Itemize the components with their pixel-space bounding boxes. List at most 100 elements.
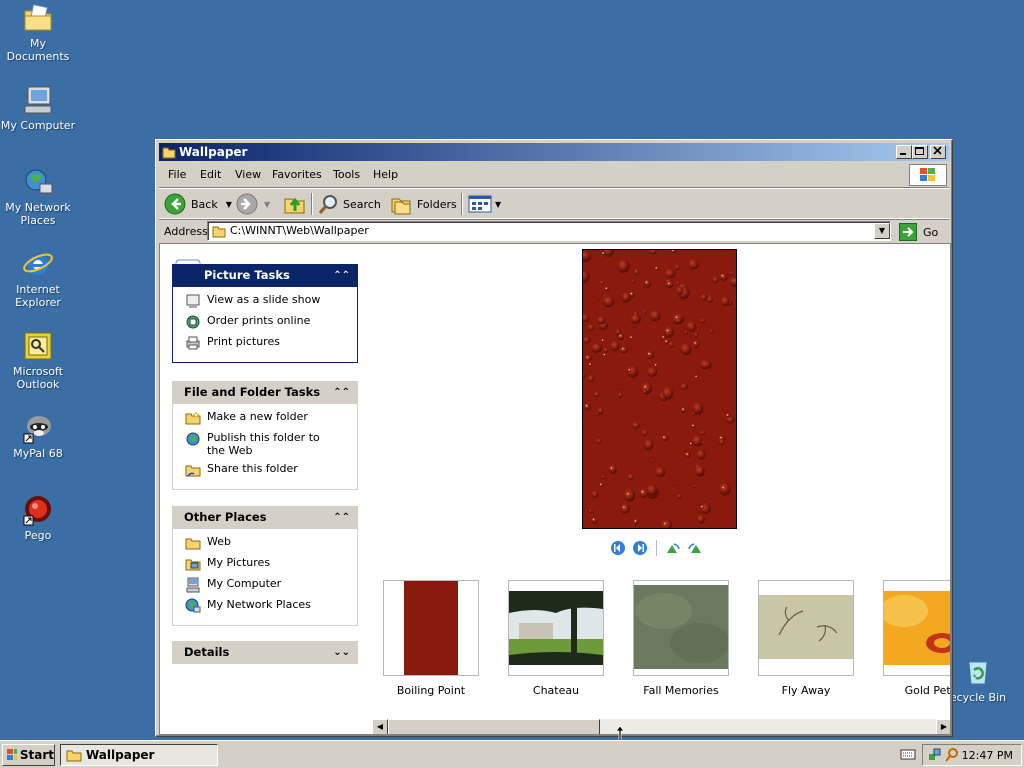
water-droplet bbox=[623, 489, 636, 502]
picture-tasks-body: View as a slide show Order prints online… bbox=[172, 287, 358, 363]
thumbnail-chateau[interactable] bbox=[508, 580, 604, 676]
droplet-highlight bbox=[686, 453, 688, 455]
folders-button[interactable]: Folders bbox=[390, 192, 457, 216]
water-droplet bbox=[661, 435, 669, 441]
minimize-button[interactable] bbox=[896, 145, 912, 159]
place-my-network-places[interactable]: My Network Places bbox=[185, 598, 357, 614]
details-panel: Details ⌄⌄ bbox=[172, 641, 358, 664]
search-tray-icon[interactable] bbox=[945, 748, 959, 762]
horizontal-scrollbar[interactable]: ◀ ▶ bbox=[372, 719, 950, 734]
previous-image-icon[interactable] bbox=[610, 540, 626, 556]
boiling-point-preview bbox=[577, 244, 740, 532]
thumbnail-label[interactable]: Boiling Point bbox=[383, 684, 479, 697]
menu-help[interactable]: Help bbox=[373, 168, 398, 181]
collapse-chevron-icon[interactable]: ⌃⌃ bbox=[333, 264, 350, 287]
expand-chevron-icon[interactable]: ⌄⌄ bbox=[333, 641, 350, 664]
water-droplet bbox=[666, 280, 674, 288]
droplet-highlight bbox=[641, 490, 644, 493]
clock[interactable]: 12:47 PM bbox=[962, 749, 1013, 762]
start-button[interactable]: Start bbox=[2, 744, 55, 766]
folders-label: Folders bbox=[417, 197, 457, 211]
search-button[interactable]: Search bbox=[317, 192, 381, 216]
up-folder-button[interactable] bbox=[283, 192, 307, 216]
window-titlebar[interactable]: Wallpaper bbox=[159, 143, 949, 161]
forward-button[interactable]: ▼ bbox=[236, 192, 270, 216]
taskbar-item-wallpaper[interactable]: Wallpaper bbox=[60, 744, 218, 766]
picture-preview bbox=[577, 244, 740, 532]
back-arrow-icon bbox=[164, 193, 186, 215]
scroll-right-button[interactable]: ▶ bbox=[936, 719, 950, 734]
other-places-panel: Other Places ⌃⌃ Web My Pictures My Compu… bbox=[172, 506, 358, 626]
go-button[interactable]: Go bbox=[899, 222, 938, 242]
desktop-icon-my-network-places[interactable]: My Network Places bbox=[0, 166, 76, 227]
menu-view[interactable]: View bbox=[235, 168, 261, 181]
thumbnail-fly-away[interactable] bbox=[758, 580, 854, 676]
thumbnail-label[interactable]: Fall Memories bbox=[633, 684, 729, 697]
network-tray-icon[interactable] bbox=[928, 748, 942, 762]
task-label: View as a slide show bbox=[207, 293, 321, 306]
other-places-header[interactable]: Other Places ⌃⌃ bbox=[172, 506, 358, 529]
thumbnail-boiling-point[interactable] bbox=[383, 580, 479, 676]
menu-edit[interactable]: Edit bbox=[200, 168, 221, 181]
water-droplet bbox=[603, 296, 615, 308]
details-header[interactable]: Details ⌄⌄ bbox=[172, 641, 358, 664]
place-my-pictures[interactable]: My Pictures bbox=[185, 556, 357, 572]
views-button[interactable]: ▼ bbox=[468, 192, 501, 216]
picture-tasks-header[interactable]: Picture Tasks ⌃⌃ bbox=[172, 264, 358, 287]
start-label: Start bbox=[19, 748, 54, 762]
keyboard-icon[interactable] bbox=[900, 747, 916, 761]
back-button[interactable]: Back ▼ bbox=[164, 192, 232, 216]
toolbar-separator bbox=[461, 193, 463, 215]
collapse-chevron-icon[interactable]: ⌃⌃ bbox=[333, 381, 350, 404]
desktop-icon-pego[interactable]: Pego bbox=[0, 494, 76, 542]
place-my-computer[interactable]: My Computer bbox=[185, 577, 357, 593]
collapse-chevron-icon[interactable]: ⌃⌃ bbox=[333, 506, 350, 529]
menu-file[interactable]: File bbox=[168, 168, 186, 181]
task-print-pictures[interactable]: Print pictures bbox=[185, 335, 357, 351]
scrollbar-thumb[interactable] bbox=[388, 719, 600, 734]
thumbnail-label[interactable]: Gold Peta bbox=[883, 684, 950, 697]
raccoon-icon bbox=[22, 412, 54, 444]
standard-toolbar: Back ▼ ▼ Search Folders ▼ bbox=[159, 187, 949, 219]
file-folder-tasks-header[interactable]: File and Folder Tasks ⌃⌃ bbox=[172, 381, 358, 404]
task-publish-folder[interactable]: Publish this folder to the Web bbox=[185, 431, 357, 457]
address-dropdown-button[interactable]: ▼ bbox=[874, 223, 890, 239]
water-droplet bbox=[621, 292, 631, 303]
forward-dropdown-icon[interactable]: ▼ bbox=[264, 200, 270, 209]
menu-favorites[interactable]: Favorites bbox=[272, 168, 322, 181]
water-droplet bbox=[610, 340, 620, 352]
water-droplet bbox=[702, 497, 706, 501]
desktop-icon-microsoft-outlook[interactable]: Microsoft Outlook bbox=[0, 330, 76, 391]
droplet-highlight bbox=[600, 483, 602, 486]
close-button[interactable] bbox=[930, 145, 946, 159]
thumbnail-label[interactable]: Fly Away bbox=[758, 684, 854, 697]
water-droplet bbox=[662, 387, 674, 400]
water-droplet bbox=[692, 402, 704, 415]
droplet-highlight bbox=[675, 316, 678, 318]
droplet-highlight bbox=[665, 340, 667, 342]
search-label: Search bbox=[343, 197, 381, 211]
rotate-counterclockwise-icon[interactable] bbox=[687, 540, 703, 556]
windows-flag-icon bbox=[7, 749, 17, 760]
task-slide-show[interactable]: View as a slide show bbox=[185, 293, 357, 309]
thumbnail-fall-memories[interactable] bbox=[633, 580, 729, 676]
views-dropdown-icon[interactable]: ▼ bbox=[495, 200, 501, 209]
desktop-icon-my-documents[interactable]: My Documents bbox=[0, 2, 76, 63]
thumbnail-label[interactable]: Chateau bbox=[508, 684, 604, 697]
place-web[interactable]: Web bbox=[185, 535, 357, 551]
desktop-icon-my-computer[interactable]: My Computer bbox=[0, 84, 76, 132]
rotate-clockwise-icon[interactable] bbox=[665, 540, 681, 556]
address-input[interactable]: C:\WINNT\Web\Wallpaper ▼ bbox=[207, 221, 891, 241]
maximize-button[interactable] bbox=[912, 145, 928, 159]
desktop-icon-internet-explorer[interactable]: Internet Explorer bbox=[0, 248, 76, 309]
globe-prints-icon bbox=[186, 315, 200, 329]
thumbnail-gold-petal[interactable] bbox=[883, 580, 950, 676]
menu-tools[interactable]: Tools bbox=[333, 168, 360, 181]
next-image-icon[interactable] bbox=[632, 540, 648, 556]
back-dropdown-icon[interactable]: ▼ bbox=[226, 200, 232, 209]
task-share-folder[interactable]: Share this folder bbox=[185, 462, 357, 478]
task-order-prints[interactable]: Order prints online bbox=[185, 314, 357, 330]
task-make-new-folder[interactable]: Make a new folder bbox=[185, 410, 357, 426]
scroll-left-button[interactable]: ◀ bbox=[372, 719, 388, 734]
desktop-icon-mypal[interactable]: MyPal 68 bbox=[0, 412, 76, 460]
